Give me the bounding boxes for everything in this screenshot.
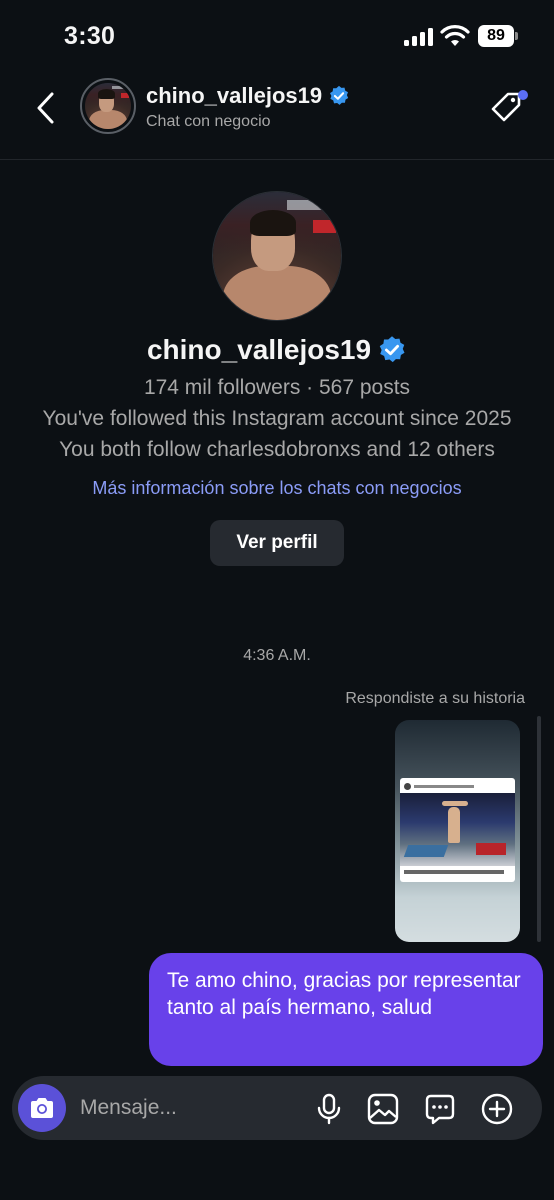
view-profile-button[interactable]: Ver perfil: [210, 520, 344, 566]
battery-icon: 89: [478, 25, 518, 47]
message-composer: [12, 1076, 542, 1140]
back-chevron-icon[interactable]: [30, 90, 62, 126]
mutual-followers: You both follow charlesdobronxs and 12 o…: [59, 438, 495, 461]
microphone-icon[interactable]: [312, 1092, 346, 1126]
followed-since: You've followed this Instagram account s…: [42, 407, 512, 430]
camera-button[interactable]: [18, 1084, 66, 1132]
plus-icon[interactable]: [480, 1092, 514, 1126]
wifi-icon: [440, 25, 470, 46]
battery-level: 89: [478, 25, 514, 47]
cellular-signal-icon: [404, 28, 433, 46]
header-subtitle: Chat con negocio: [146, 113, 271, 130]
camera-icon: [31, 1098, 53, 1118]
header-username: chino_vallejos19: [146, 83, 323, 108]
sticker-icon[interactable]: [423, 1092, 457, 1126]
profile-stats: 174 mil followers · 567 posts: [143, 376, 411, 399]
status-bar: 3:30 89: [0, 0, 554, 72]
profile-username-row: chino_vallejos19: [0, 334, 554, 366]
message-timestamp: 4:36 A.M.: [243, 647, 311, 664]
scrollbar[interactable]: [537, 716, 541, 942]
business-chat-info-link[interactable]: Más información sobre los chats con nego…: [0, 478, 554, 499]
story-post-image: [400, 778, 515, 882]
story-preview[interactable]: [395, 720, 520, 942]
verified-badge-icon: [330, 85, 349, 105]
header-avatar[interactable]: [80, 78, 136, 134]
tag-icon[interactable]: [488, 88, 528, 128]
status-time: 3:30: [64, 22, 116, 50]
verified-badge-icon: [379, 336, 405, 363]
message-bubble[interactable]: Te amo chino, gracias por representar ta…: [149, 953, 543, 1066]
story-reply-label: Respondiste a su historia: [345, 690, 525, 707]
chat-header: chino_vallejos19 Chat con negocio: [0, 72, 554, 160]
profile-avatar[interactable]: [212, 191, 342, 321]
message-input[interactable]: [80, 1088, 300, 1128]
gallery-icon[interactable]: [366, 1092, 400, 1126]
profile-username: chino_vallejos19: [146, 334, 372, 365]
header-username-row[interactable]: chino_vallejos19: [146, 83, 350, 109]
